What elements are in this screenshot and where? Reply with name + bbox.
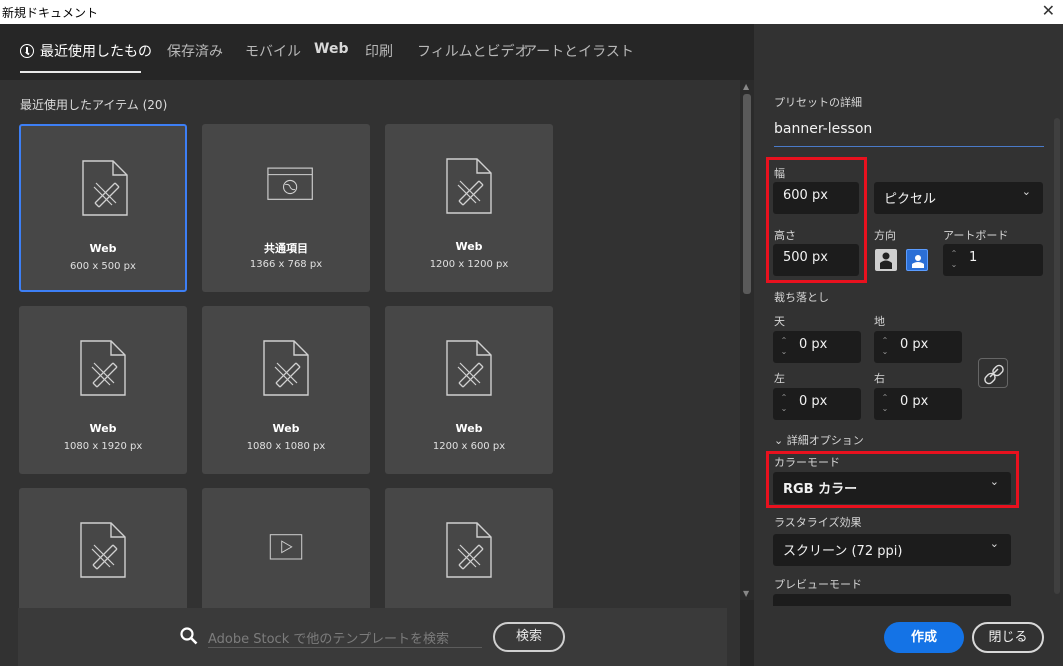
link-icon[interactable] bbox=[978, 358, 1008, 388]
title-bar: 新規ドキュメント ✕ bbox=[0, 0, 1063, 24]
tab-art-illustration[interactable]: アートとイラスト bbox=[523, 41, 634, 61]
section-title: 最近使用したアイテム (20) bbox=[20, 98, 168, 112]
preset-size: 1080 x 1080 px bbox=[246, 441, 326, 452]
video-play-icon bbox=[269, 534, 303, 560]
bleed-bottom-label: 地 bbox=[874, 315, 885, 328]
landscape-orientation-icon[interactable] bbox=[906, 249, 928, 271]
bleed-bottom-stepper[interactable]: ⌃ ⌄ 0 px bbox=[874, 331, 962, 363]
recent-items-panel: 最近使用したアイテム (20) Web 600 x 500 px 共通項目 13… bbox=[0, 80, 740, 666]
details-scrollbar[interactable] bbox=[1054, 118, 1060, 594]
unit-value: ピクセル bbox=[884, 192, 937, 207]
preset-name-field[interactable]: banner-lesson bbox=[774, 121, 1044, 147]
bleed-top-label: 天 bbox=[774, 315, 785, 328]
preset-name: Web bbox=[89, 242, 117, 255]
artboard-label: アートボード bbox=[943, 229, 1009, 242]
width-height-highlight bbox=[766, 157, 867, 283]
preset-name: Web bbox=[455, 422, 483, 435]
preset-name: Web bbox=[89, 422, 117, 435]
artboard-stepper[interactable]: ⌃ ⌄ 1 bbox=[943, 244, 1043, 276]
bleed-left-stepper[interactable]: ⌃ ⌄ 0 px bbox=[773, 388, 861, 420]
preview-mode-label: プレビューモード bbox=[774, 578, 862, 591]
search-button[interactable]: 検索 bbox=[493, 622, 565, 652]
preset-card[interactable]: Web 1200 x 1200 px bbox=[385, 124, 553, 292]
preset-name: Web bbox=[272, 422, 300, 435]
portrait-orientation-icon[interactable] bbox=[875, 249, 897, 271]
preset-card[interactable]: Web 1080 x 1080 px bbox=[202, 306, 370, 474]
preset-card[interactable]: Web 1080 x 1920 px bbox=[19, 306, 187, 474]
stepper-arrows-icon[interactable]: ⌃ ⌄ bbox=[778, 335, 790, 359]
search-input[interactable]: Adobe Stock で他のテンプレートを検索 bbox=[208, 626, 482, 648]
raster-effects-label: ラスタライズ効果 bbox=[774, 516, 862, 529]
bleed-left-value: 0 px bbox=[799, 394, 828, 409]
artboard-value: 1 bbox=[969, 250, 978, 265]
category-tabs: 最近使用したもの 保存済み モバイル Web 印刷 フィルムとビデオ アートとイ… bbox=[0, 24, 740, 80]
pen-document-icon bbox=[446, 340, 492, 396]
pen-document-icon bbox=[80, 340, 126, 396]
items-scrollbar[interactable]: ▲ ▼ bbox=[740, 80, 754, 600]
window-title: 新規ドキュメント bbox=[2, 6, 99, 20]
tab-film-video[interactable]: フィルムとビデオ bbox=[417, 41, 528, 61]
preset-details-panel: プリセットの詳細 banner-lesson 幅 600 px ピクセル ⌄ 高さ… bbox=[754, 24, 1063, 666]
stepper-arrows-icon[interactable]: ⌃ ⌄ bbox=[879, 335, 891, 359]
bleed-top-value: 0 px bbox=[799, 337, 828, 352]
bleed-left-label: 左 bbox=[774, 372, 785, 385]
search-icon bbox=[180, 627, 198, 645]
tab-saved[interactable]: 保存済み bbox=[167, 41, 223, 61]
preset-card[interactable]: Web 1200 x 600 px bbox=[385, 306, 553, 474]
tab-print[interactable]: 印刷 bbox=[365, 41, 393, 61]
clock-icon bbox=[20, 44, 34, 58]
orientation-label: 方向 bbox=[874, 229, 896, 242]
preset-card[interactable]: Web 600 x 500 px bbox=[19, 124, 187, 292]
active-tab-indicator bbox=[20, 71, 141, 73]
unit-dropdown[interactable]: ピクセル ⌄ bbox=[874, 182, 1043, 214]
pen-document-icon bbox=[446, 522, 492, 578]
advanced-options-toggle[interactable]: ⌄ 詳細オプション bbox=[774, 432, 864, 448]
scrollbar-thumb[interactable] bbox=[743, 94, 751, 294]
bleed-right-stepper[interactable]: ⌃ ⌄ 0 px bbox=[874, 388, 962, 420]
advanced-options-label: 詳細オプション bbox=[786, 434, 864, 447]
preset-name: 共通項目 bbox=[264, 242, 308, 255]
tab-recent[interactable]: 最近使用したもの bbox=[20, 41, 152, 61]
preset-size: 1200 x 600 px bbox=[432, 441, 506, 452]
tab-web[interactable]: Web bbox=[314, 41, 348, 57]
preset-name: Web bbox=[455, 240, 483, 253]
preset-size: 1080 x 1920 px bbox=[63, 441, 143, 452]
preset-size: 1366 x 768 px bbox=[249, 259, 323, 270]
chevron-down-icon: ⌄ bbox=[1021, 185, 1031, 198]
stepper-arrows-icon[interactable]: ⌃ ⌄ bbox=[778, 392, 790, 416]
stepper-arrows-icon[interactable]: ⌃ ⌄ bbox=[948, 248, 960, 272]
raster-effects-dropdown[interactable]: スクリーン (72 ppi) ⌄ bbox=[773, 534, 1011, 566]
preset-name-value: banner-lesson bbox=[774, 121, 873, 137]
bleed-top-stepper[interactable]: ⌃ ⌄ 0 px bbox=[773, 331, 861, 363]
scroll-down-icon[interactable]: ▼ bbox=[743, 589, 749, 598]
chevron-down-icon: ⌄ bbox=[774, 434, 787, 447]
pen-document-icon bbox=[82, 160, 128, 216]
preview-mode-dropdown[interactable] bbox=[773, 594, 1011, 606]
chevron-down-icon: ⌄ bbox=[989, 537, 999, 550]
scroll-up-icon[interactable]: ▲ bbox=[743, 82, 749, 91]
create-button[interactable]: 作成 bbox=[884, 622, 964, 653]
preset-details-title: プリセットの詳細 bbox=[774, 96, 862, 109]
globe-browser-icon bbox=[267, 167, 313, 200]
pen-document-icon bbox=[263, 340, 309, 396]
stock-search-bar: Adobe Stock で他のテンプレートを検索 検索 bbox=[18, 608, 727, 666]
bleed-label: 裁ち落とし bbox=[774, 291, 829, 304]
pen-document-icon bbox=[446, 158, 492, 214]
bleed-right-label: 右 bbox=[874, 372, 885, 385]
pen-document-icon bbox=[80, 522, 126, 578]
tab-mobile[interactable]: モバイル bbox=[245, 41, 301, 61]
preset-size: 1200 x 1200 px bbox=[429, 259, 509, 270]
color-mode-highlight bbox=[766, 451, 1019, 508]
tab-label: 最近使用したもの bbox=[40, 44, 152, 60]
raster-effects-value: スクリーン (72 ppi) bbox=[783, 544, 903, 559]
stepper-arrows-icon[interactable]: ⌃ ⌄ bbox=[879, 392, 891, 416]
preset-card[interactable]: 共通項目 1366 x 768 px bbox=[202, 124, 370, 292]
close-button[interactable]: 閉じる bbox=[972, 622, 1044, 653]
bleed-bottom-value: 0 px bbox=[900, 337, 929, 352]
preset-size: 600 x 500 px bbox=[70, 261, 136, 272]
close-icon[interactable]: ✕ bbox=[1042, 1, 1055, 20]
bleed-right-value: 0 px bbox=[900, 394, 929, 409]
